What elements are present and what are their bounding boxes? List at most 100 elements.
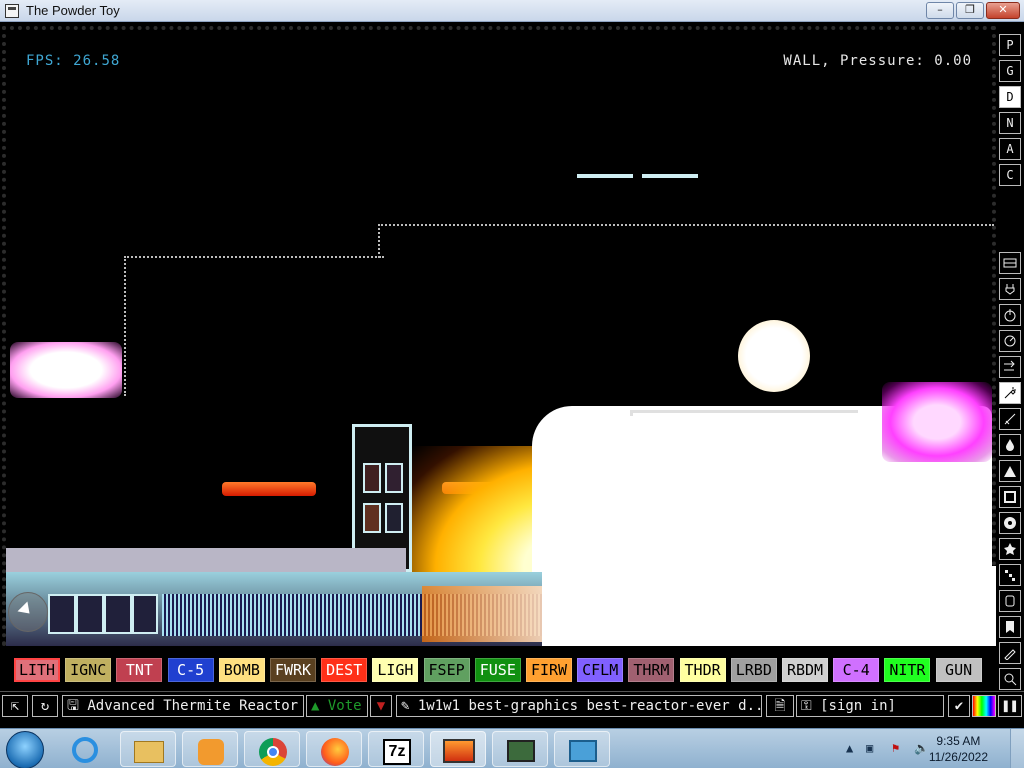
element-button-rbdm[interactable]: RBDM (782, 658, 828, 682)
start-button[interactable] (6, 731, 44, 768)
menu-button-d[interactable]: D (999, 86, 1021, 108)
element-button-fwrk[interactable]: FWRK (270, 658, 316, 682)
element-button-thdr[interactable]: THDR (679, 658, 726, 682)
vote-down-button[interactable]: ▼ (370, 695, 392, 717)
save-file-icon: 🖫 (67, 698, 79, 714)
menu-button-c[interactable]: C (999, 164, 1021, 186)
electronics-icon[interactable] (999, 278, 1021, 300)
system-clock[interactable]: 9:35 AM 11/26/2022 (929, 733, 988, 765)
powder-toy-icon[interactable] (430, 731, 486, 767)
element-button-ligh[interactable]: LIGH (372, 658, 419, 682)
clear-simulation-icon[interactable]: 🗎 (766, 695, 794, 717)
file-explorer-icon[interactable] (120, 731, 176, 767)
element-button-fsep[interactable]: FSEP (423, 658, 470, 682)
walls-icon[interactable] (999, 252, 1021, 274)
menu-button-n[interactable]: N (999, 112, 1021, 134)
tools-icon[interactable] (999, 590, 1021, 612)
special-icon[interactable] (999, 538, 1021, 560)
tags-button[interactable]: ✎ 1w1w1 best-graphics best-reactor-ever … (396, 695, 762, 717)
control-panel-icon[interactable] (554, 731, 610, 767)
key-icon: ⚿ (801, 698, 812, 714)
chrome-icon[interactable] (244, 731, 300, 767)
decoration-icon[interactable] (999, 642, 1021, 664)
internet-explorer-icon[interactable] (58, 731, 114, 767)
sun-glow (738, 320, 810, 392)
fps-value: 26.58 (73, 53, 121, 69)
element-button-fuse[interactable]: FUSE (474, 658, 521, 682)
powders-icon[interactable] (999, 460, 1021, 482)
element-palette: LITH IGNC TNT C-5 BOMB FWRK DEST LIGH FSEP FUSE FI… (0, 652, 996, 688)
notes-icon[interactable] (492, 731, 548, 767)
network-icon[interactable]: ▣ (866, 741, 873, 755)
menu-button-a[interactable]: A (999, 138, 1021, 160)
element-button-c-5[interactable]: C-5 (167, 658, 214, 682)
favorites-icon[interactable] (999, 616, 1021, 638)
hover-status: WALL, Pressure: 0.00 (783, 53, 972, 69)
action-center-icon[interactable]: ⚑ (892, 741, 899, 755)
powered-icon[interactable] (999, 304, 1021, 326)
element-button-bomb[interactable]: BOMB (218, 658, 265, 682)
simulation-canvas[interactable]: FPS: 26.58 WALL, Pressure: 0.00 (2, 26, 996, 646)
element-button-tnt[interactable]: TNT (116, 658, 163, 682)
element-button-gun[interactable]: GUN (935, 658, 982, 682)
search-icon[interactable] (999, 668, 1021, 690)
open-save-icon[interactable]: ⇱ (2, 695, 28, 717)
reload-icon[interactable]: ↻ (32, 695, 58, 717)
element-button-dest[interactable]: DEST (321, 658, 368, 682)
wall-segment (124, 256, 128, 396)
close-button[interactable]: ✕ (986, 2, 1020, 19)
lava-strip-left (222, 482, 316, 496)
radioactive-icon[interactable] (999, 512, 1021, 534)
reactor-cells (48, 594, 158, 634)
liquids-icon[interactable] (999, 434, 1021, 456)
media-player-icon[interactable] (182, 731, 238, 767)
gases-icon[interactable] (999, 408, 1021, 430)
life-icon[interactable] (999, 564, 1021, 586)
cursor-marker (8, 592, 48, 632)
element-button-thrm[interactable]: THRM (628, 658, 675, 682)
firefox-icon[interactable] (306, 731, 362, 767)
window-title: The Powder Toy (26, 3, 120, 18)
plasma-glow-left (10, 342, 122, 398)
7zip-icon[interactable]: 7z (368, 731, 424, 767)
floating-wall-right (642, 174, 698, 178)
menu-button-p[interactable]: P (999, 34, 1021, 56)
fps-label: FPS: (26, 53, 64, 69)
show-desktop-button[interactable] (1010, 729, 1024, 768)
sensors-icon[interactable] (999, 330, 1021, 352)
window-titlebar: The Powder Toy – ❐ ✕ (0, 0, 1024, 22)
render-options-icon[interactable] (972, 695, 996, 717)
tags-icon: ✎ (401, 698, 410, 714)
floating-wall-left (577, 174, 633, 178)
element-button-c-4[interactable]: C-4 (833, 658, 880, 682)
vote-label: Vote (327, 698, 362, 714)
show-hidden-icons[interactable]: ▲ (846, 741, 853, 755)
right-toolbar: P G D N A C (998, 30, 1024, 720)
bottom-bar: ⇱ ↻ 🖫 Advanced Thermite Reactor ▲ Vote ▼… (0, 691, 1024, 719)
pause-button[interactable]: ❚❚ (998, 695, 1022, 717)
force-icon[interactable] (999, 356, 1021, 378)
maximize-button[interactable]: ❐ (956, 2, 984, 19)
explosives-icon[interactable] (999, 382, 1021, 404)
windows-taskbar: 7z ▲ ▣ ⚑ 🔈 9:35 AM 11/26/2022 (0, 728, 1024, 768)
wall-segment (124, 256, 384, 260)
element-button-nitr[interactable]: NITR (884, 658, 931, 682)
sign-in-label: [sign in] (820, 698, 896, 714)
element-button-lrbd[interactable]: LRBD (730, 658, 777, 682)
element-button-cflm[interactable]: CFLM (577, 658, 624, 682)
white-hot-floor (542, 566, 996, 646)
vote-up-button[interactable]: ▲ Vote (306, 695, 368, 717)
element-button-ignc[interactable]: IGNC (65, 658, 112, 682)
menu-button-g[interactable]: G (999, 60, 1021, 82)
element-button-firw[interactable]: FIRW (526, 658, 572, 682)
solids-icon[interactable] (999, 486, 1021, 508)
settings-icon[interactable]: ✔ (948, 695, 970, 717)
tags-text: 1w1w1 best-graphics best-reactor-ever d.… (417, 698, 762, 714)
minimize-button[interactable]: – (926, 2, 954, 19)
element-button-lith[interactable]: LITH (14, 658, 60, 682)
clock-date: 11/26/2022 (928, 750, 988, 764)
sign-in-button[interactable]: ⚿ [sign in] (796, 695, 944, 717)
volume-icon[interactable]: 🔈 (914, 741, 929, 755)
powder-toy-app-icon (5, 4, 19, 18)
save-title-button[interactable]: 🖫 Advanced Thermite Reactor (62, 695, 304, 717)
